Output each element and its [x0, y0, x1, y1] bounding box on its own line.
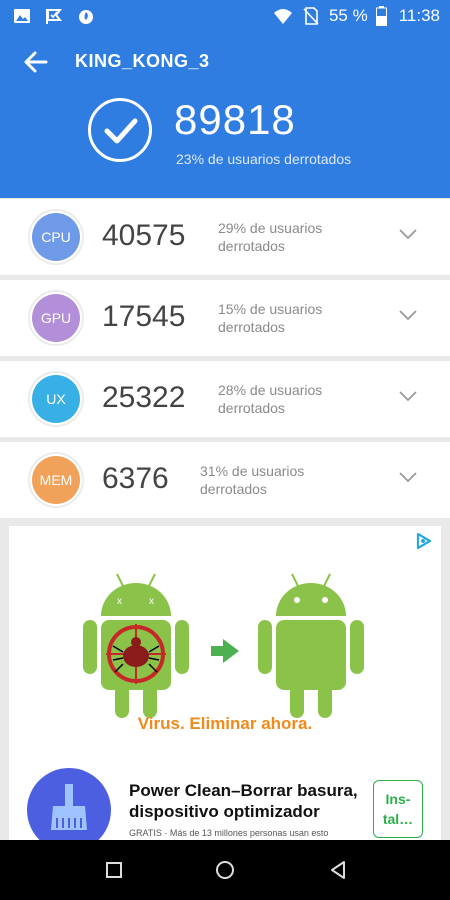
svg-text:x: x — [117, 596, 122, 607]
arrow-right-icon — [211, 639, 239, 663]
ad-app-title: Power Clean–Borrar basura, dispositivo o… — [129, 781, 358, 821]
result-row-gpu[interactable]: GPU 17545 15% de usuarios derrotados — [0, 280, 450, 356]
clock: 11:38 — [398, 6, 440, 25]
mem-badge: MEM — [28, 452, 84, 508]
toolbar: KING_KONG_3 — [0, 40, 450, 84]
check-flag-icon — [46, 9, 63, 24]
back-arrow-icon[interactable] — [22, 48, 50, 76]
svg-text:x: x — [149, 596, 154, 607]
broom-icon — [27, 768, 111, 846]
gpu-badge: GPU — [28, 290, 84, 346]
mem-score: 6376 — [102, 462, 169, 495]
chevron-down-icon[interactable] — [398, 227, 418, 241]
ad-tagline: Virus. Eliminar ahora. — [137, 714, 313, 733]
ad-app-info: GRATIS · Más de 13 millones personas usa… — [129, 828, 329, 838]
battery-icon — [375, 6, 387, 26]
ux-badge: UX — [28, 371, 84, 427]
check-circle-icon — [88, 98, 152, 162]
clean-android-icon — [258, 573, 364, 718]
ad-banner[interactable]: x x Virus. Eliminar ahora. Power Clean–B… — [9, 526, 441, 846]
recents-icon[interactable] — [104, 860, 124, 880]
chevron-down-icon[interactable] — [398, 389, 418, 403]
no-sim-icon — [303, 7, 319, 25]
result-row-ux[interactable]: UX 25322 28% de usuarios derrotados — [0, 361, 450, 437]
total-score: 89818 — [174, 96, 296, 143]
ux-score: 25322 — [102, 381, 186, 414]
cpu-badge: CPU — [28, 209, 84, 265]
wifi-icon — [273, 9, 292, 24]
device-title: KING_KONG_3 — [75, 51, 210, 71]
infected-android-icon: x x — [83, 573, 189, 718]
cpu-score: 40575 — [102, 219, 186, 252]
result-row-cpu[interactable]: CPU 40575 29% de usuarios derrotados — [0, 199, 450, 275]
navigation-bar — [0, 840, 450, 900]
image-icon — [14, 9, 30, 23]
chevron-down-icon[interactable] — [398, 308, 418, 322]
gpu-score: 17545 — [102, 300, 186, 333]
chevron-down-icon[interactable] — [398, 470, 418, 484]
virus-cleanup-illustration: x x — [83, 573, 364, 718]
header: 55 % 11:38 KING_KONG_3 89818 23% de usua… — [0, 0, 450, 198]
home-icon[interactable] — [215, 860, 235, 880]
install-button[interactable]: Ins-tal… — [373, 780, 423, 838]
total-score-subtitle: 23% de usuarios derrotados — [176, 151, 352, 167]
ad-choices-icon[interactable] — [415, 532, 433, 550]
result-row-mem[interactable]: MEM 6376 31% de usuarios derrotados — [0, 442, 450, 518]
back-nav-icon[interactable] — [328, 860, 348, 880]
status-bar: 55 % 11:38 — [0, 0, 450, 32]
cpu-desc: 29% de usuarios derrotados — [218, 220, 323, 254]
battery-percent: 55 % — [328, 6, 368, 25]
gpu-desc: 15% de usuarios derrotados — [218, 301, 323, 335]
flame-icon — [79, 10, 93, 24]
mem-desc: 31% de usuarios derrotados — [200, 463, 305, 497]
ux-desc: 28% de usuarios derrotados — [218, 382, 323, 416]
